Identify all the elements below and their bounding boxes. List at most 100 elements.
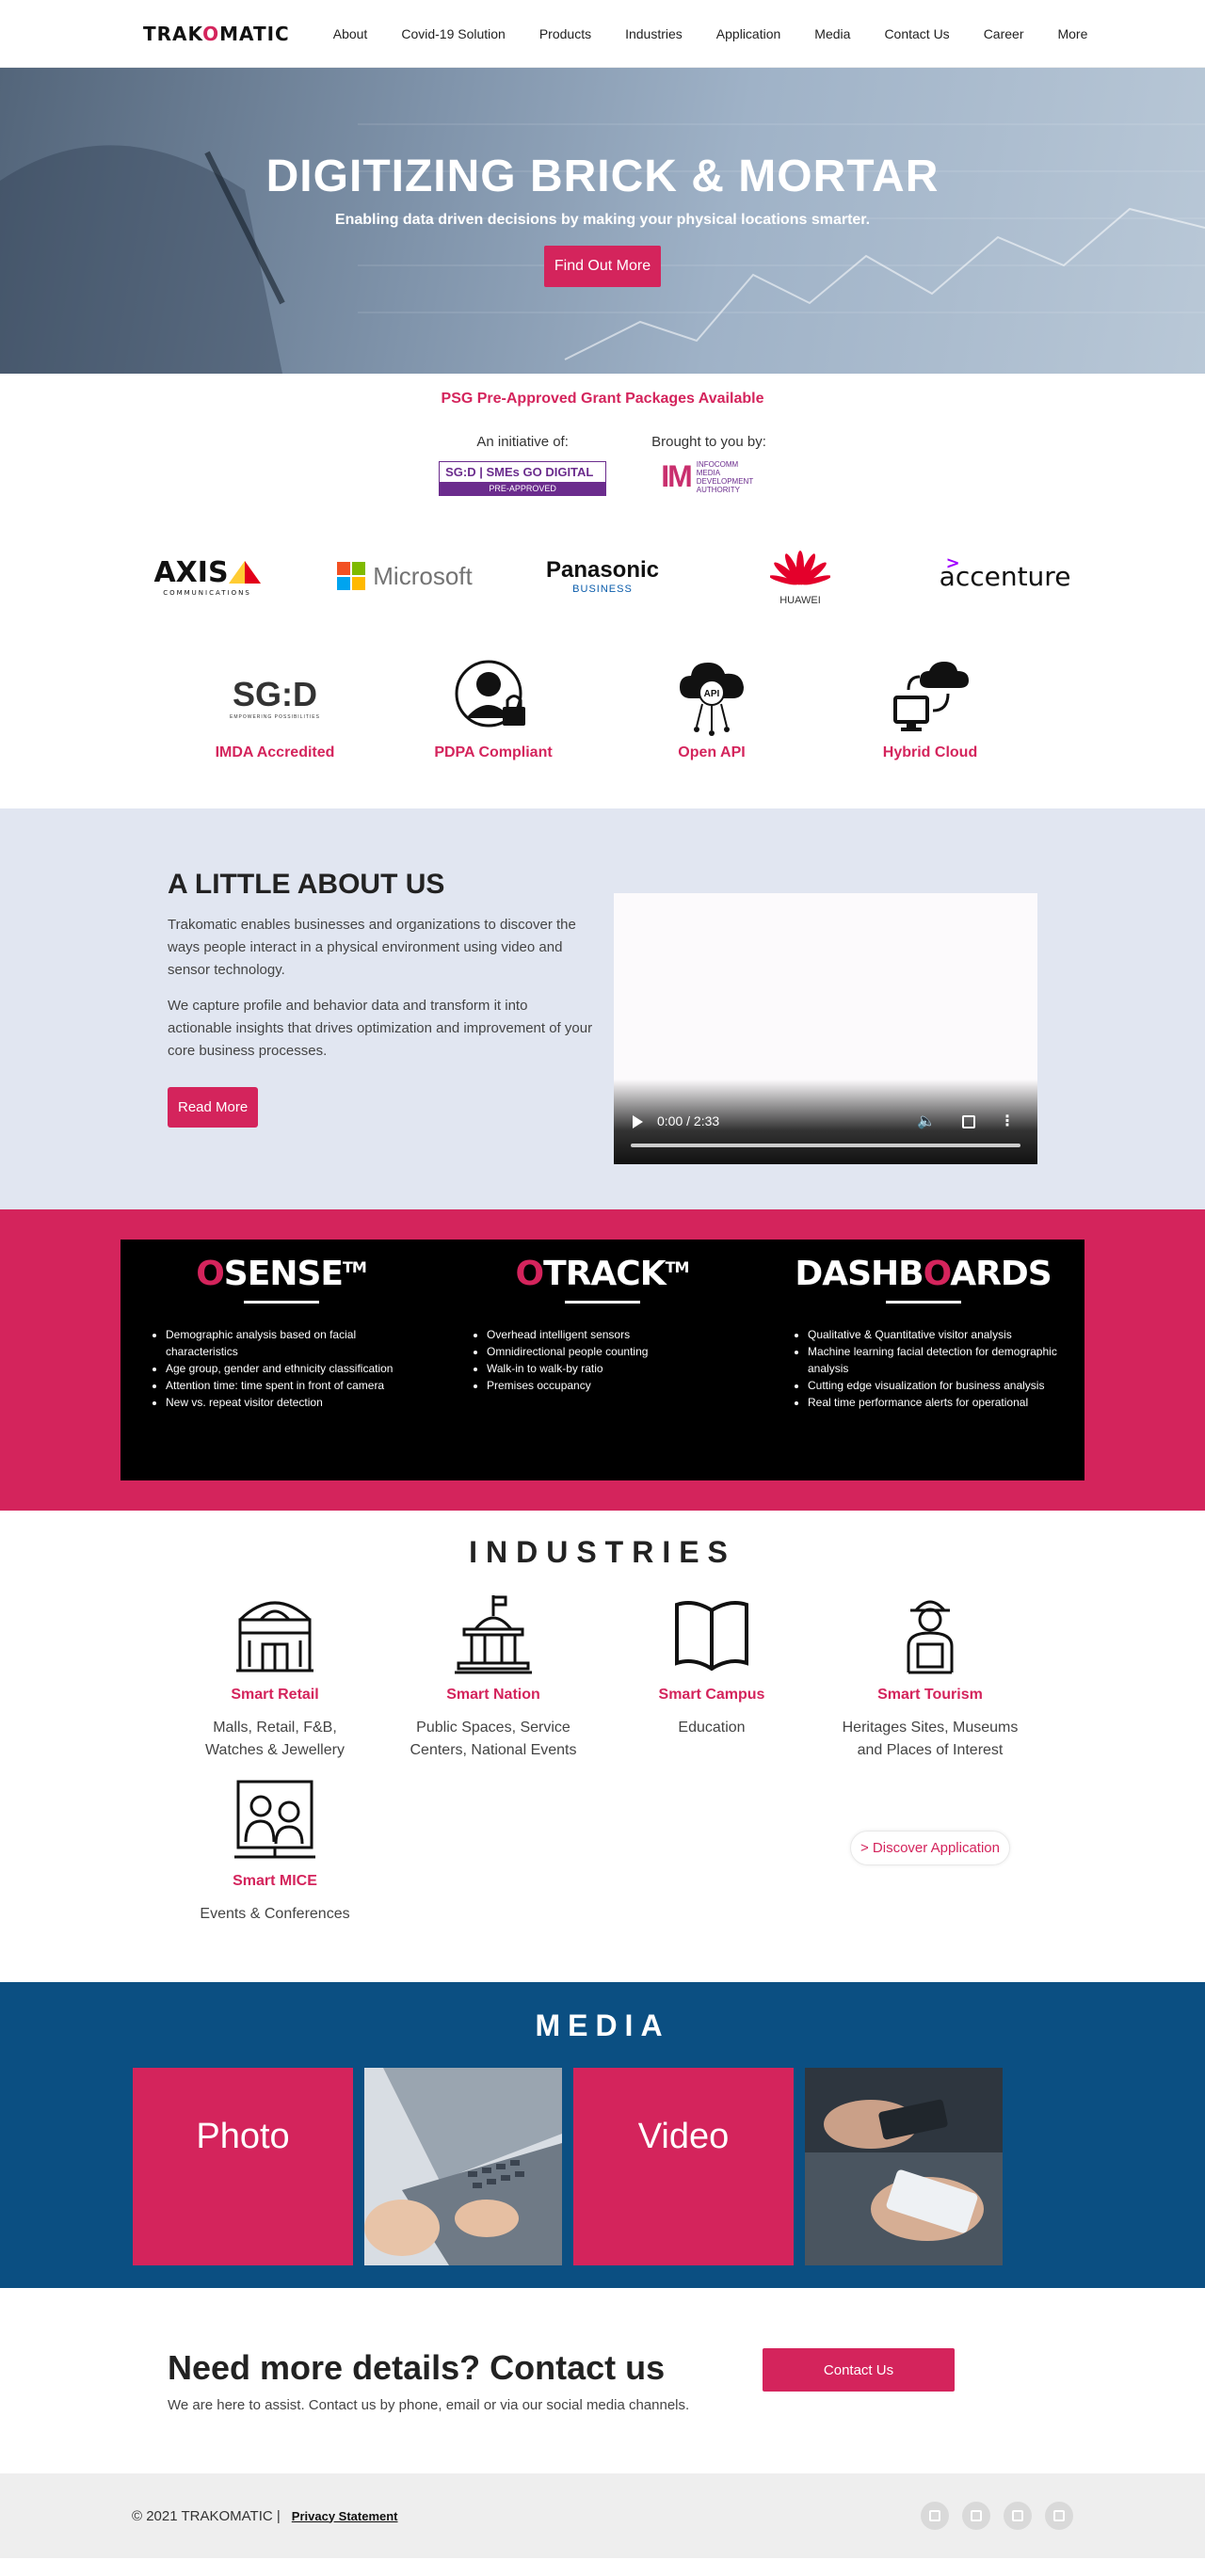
industries-title: INDUSTRIES [469, 1535, 736, 1569]
list-item: Omnidirectional people counting [487, 1343, 744, 1360]
industry-smart-mice[interactable]: Smart MICE Events & Conferences [166, 1777, 384, 1926]
axis-logo: AXIS COMMUNICATIONS [108, 543, 306, 609]
linkedin-icon[interactable] [1045, 2502, 1073, 2530]
initiative-column: An initiative of: SG:D | SMEs GO DIGITAL… [439, 434, 607, 496]
industry-name: Smart Nation [446, 1687, 540, 1703]
feature-label: Hybrid Cloud [882, 744, 978, 760]
contact-text: Need more details? Contact us We are her… [168, 2348, 763, 2413]
huawei-petals-icon [769, 550, 831, 584]
list-item: Attention time: time spent in front of c… [166, 1377, 423, 1394]
open-book-icon [675, 1601, 748, 1672]
microsoft-logo: Microsoft [306, 543, 504, 609]
nav-item-industries[interactable]: Industries [608, 26, 699, 41]
feature-badges: SG:D EMPOWERING POSSIBILITIES IMDA Accred… [0, 654, 1205, 808]
feature-open-api: API Open API [602, 654, 821, 761]
product-dashboards: DASHBOARDS Qualitative & Quantitative vi… [763, 1240, 1084, 1480]
imda-logo: IM INFOCOMM MEDIA DEVELOPMENT AUTHORITY [661, 459, 754, 494]
smartphone-hands-image [805, 2068, 1003, 2265]
product-track: OTRACKTM Overhead intelligent sensors Om… [442, 1240, 763, 1480]
industry-smart-tourism[interactable]: Smart Tourism Heritages Sites, Museums a… [821, 1591, 1039, 1762]
nav-item-contact[interactable]: Contact Us [867, 26, 966, 41]
industry-smart-nation[interactable]: Smart Nation Public Spaces, Service Cent… [384, 1591, 602, 1762]
industry-description: Heritages Sites, Museums and Places of I… [842, 1720, 1019, 1758]
user-lock-icon [455, 660, 525, 728]
huawei-logo: HUAWEI [701, 543, 899, 609]
industry-name: Smart MICE [233, 1873, 317, 1889]
photo-tile[interactable]: Photo [133, 2068, 353, 2265]
government-building-icon [455, 1595, 532, 1674]
list-item: Demographic analysis based on facial cha… [166, 1326, 423, 1360]
nav-item-more[interactable]: More [1040, 26, 1104, 41]
fullscreen-icon[interactable] [962, 1115, 975, 1128]
video-time: 0:00 / 2:33 [657, 1113, 720, 1128]
media-grid: Photo Video [133, 2068, 1205, 2265]
youtube-icon[interactable] [962, 2502, 990, 2530]
products-panel: OSENSETM Demographic analysis based on f… [120, 1240, 1084, 1480]
product-title: OSENSETM [196, 1255, 367, 1293]
psg-section: PSG Pre-Approved Grant Packages Availabl… [0, 374, 1205, 808]
discover-application-button[interactable]: > Discover Application [850, 1830, 1010, 1865]
industries-grid: Smart Retail Malls, Retail, F&B, Watches… [166, 1591, 1205, 1926]
divider [243, 1301, 319, 1304]
nav-item-products[interactable]: Products [522, 26, 608, 41]
divider [564, 1301, 640, 1304]
list-item: Premises occupancy [487, 1377, 744, 1394]
hero-subtitle: Enabling data driven decisions by making… [334, 212, 871, 228]
privacy-statement-link[interactable]: Privacy Statement [292, 2509, 398, 2523]
video-tile[interactable]: Video [573, 2068, 794, 2265]
more-options-icon[interactable]: ⋮ [1000, 1112, 1015, 1130]
facebook-icon[interactable] [1004, 2502, 1032, 2530]
trakomatic-logo[interactable]: TRAKOMATIC [143, 23, 290, 45]
nav-item-about[interactable]: About [316, 26, 385, 41]
about-paragraph: Trakomatic enables businesses and organi… [168, 917, 576, 978]
nav-item-covid[interactable]: Covid-19 Solution [384, 26, 522, 41]
nav-item-career[interactable]: Career [967, 26, 1041, 41]
media-section: MEDIA Photo Video [0, 1982, 1205, 2288]
blog-icon[interactable] [921, 2502, 949, 2530]
industry-description: Public Spaces, Service Centers, National… [410, 1720, 577, 1758]
volume-icon[interactable]: 🔈 [917, 1112, 936, 1130]
axis-triangle-icon [228, 560, 261, 584]
tourist-icon [907, 1600, 954, 1674]
play-icon[interactable] [633, 1115, 643, 1128]
video-progress-bar[interactable] [631, 1144, 1020, 1147]
about-text: A LITTLE ABOUT US Trakomatic enables bus… [168, 869, 595, 1164]
initiatives-row: An initiative of: SG:D | SMEs GO DIGITAL… [0, 434, 1205, 496]
about-title: A LITTLE ABOUT US [168, 869, 445, 900]
industry-smart-campus[interactable]: Smart Campus Education [602, 1591, 821, 1762]
divider [885, 1301, 961, 1304]
product-sense: OSENSETM Demographic analysis based on f… [120, 1240, 442, 1480]
industry-description: Malls, Retail, F&B, Watches & Jewellery [205, 1720, 345, 1758]
list-item: Qualitative & Quantitative visitor analy… [808, 1326, 1065, 1343]
feature-label: IMDA Accredited [215, 744, 335, 760]
about-paragraph: We capture profile and behavior data and… [168, 998, 593, 1059]
industry-description: Events & Conferences [200, 1906, 350, 1922]
accenture-logo: >accenture [939, 552, 1071, 592]
feature-label: PDPA Compliant [434, 744, 553, 760]
industry-smart-retail[interactable]: Smart Retail Malls, Retail, F&B, Watches… [166, 1591, 384, 1762]
list-item: Age group, gender and ethnicity classifi… [166, 1360, 423, 1377]
microsoft-squares-icon [337, 562, 366, 590]
conference-icon [234, 1780, 315, 1859]
retail-building-icon [236, 1601, 313, 1672]
contact-us-button[interactable]: Contact Us [763, 2348, 955, 2392]
initiative-label: An initiative of: [476, 434, 569, 450]
feature-imda-accredited: SG:D EMPOWERING POSSIBILITIES IMDA Accred… [166, 654, 384, 761]
sgd-smes-go-digital-logo: SG:D | SMEs GO DIGITAL PRE-APPROVED [439, 461, 607, 496]
list-item: Walk-in to walk-by ratio [487, 1360, 744, 1377]
read-more-button[interactable]: Read More [168, 1087, 259, 1128]
industry-description: Education [678, 1720, 746, 1736]
find-out-more-button[interactable]: Find Out More [544, 246, 661, 287]
api-cloud-icon: API [680, 663, 744, 736]
partner-logos: AXIS COMMUNICATIONS Microsoft Panasonic BU… [0, 543, 1205, 609]
media-title: MEDIA [535, 2008, 670, 2042]
nav-item-media[interactable]: Media [797, 26, 867, 41]
about-section: A LITTLE ABOUT US Trakomatic enables bus… [0, 808, 1205, 1209]
video-player[interactable]: 0:00 / 2:33 🔈 ⋮ [614, 893, 1037, 1164]
industry-name: Smart Tourism [877, 1687, 983, 1703]
nav-item-application[interactable]: Application [699, 26, 798, 41]
list-item: Overhead intelligent sensors [487, 1326, 744, 1343]
product-features: Qualitative & Quantitative visitor analy… [763, 1326, 1084, 1411]
list-item: New vs. repeat visitor detection [166, 1394, 423, 1411]
feature-pdpa-compliant: PDPA Compliant [384, 654, 602, 761]
